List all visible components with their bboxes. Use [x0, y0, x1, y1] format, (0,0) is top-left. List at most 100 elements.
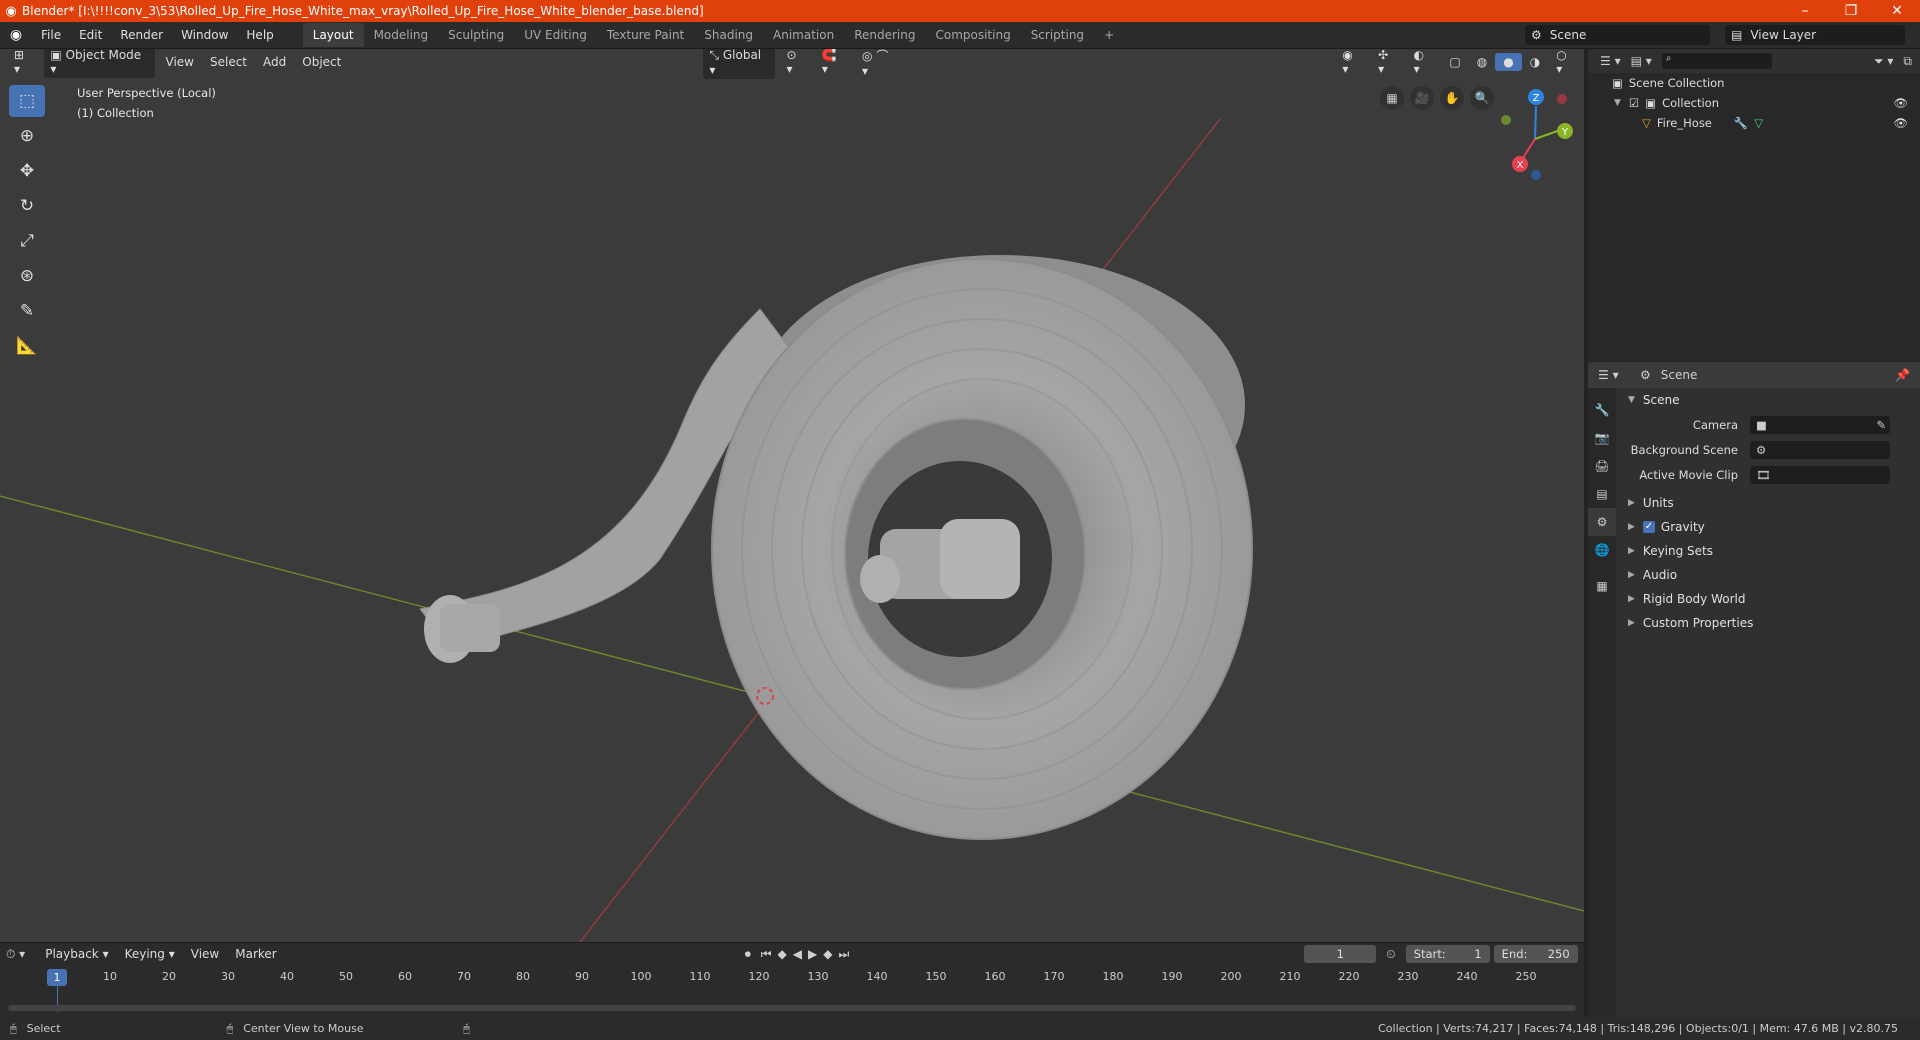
viewport-canvas[interactable]: Z Y X	[0, 49, 1584, 942]
current-frame-marker[interactable]: 1	[47, 969, 67, 986]
material-shading-icon[interactable]: ◑	[1522, 53, 1548, 71]
menu-file[interactable]: File	[32, 28, 70, 42]
current-frame-field[interactable]: 1	[1304, 945, 1377, 963]
scene-selector[interactable]: ⚙ Scene	[1525, 25, 1710, 45]
playback-menu[interactable]: Playback ▾	[37, 945, 116, 963]
rotate-tool-icon[interactable]: ↻	[9, 190, 45, 222]
rigid-body-world-panel-header[interactable]: ▶ Rigid Body World	[1618, 587, 1920, 611]
proportional-edit-icon[interactable]: ◎ ⌒ ▾	[854, 49, 905, 80]
world-props-tab-icon[interactable]: 🌐	[1588, 536, 1616, 564]
move-tool-icon[interactable]: ✥	[9, 155, 45, 187]
viewport-menu-select[interactable]: Select	[202, 53, 255, 71]
output-props-tab-icon[interactable]: 🖨	[1588, 452, 1616, 480]
snap-icon[interactable]: 🧲 ▾	[814, 49, 854, 78]
close-button[interactable]: ✕	[1874, 3, 1920, 19]
mesh-data-icon[interactable]: ▽	[1754, 116, 1893, 130]
pin-icon[interactable]: 📌	[1895, 368, 1910, 382]
custom-properties-panel-header[interactable]: ▶ Custom Properties	[1618, 611, 1920, 635]
scale-tool-icon[interactable]: ⤢	[9, 225, 45, 257]
tab-animation[interactable]: Animation	[763, 23, 844, 47]
transform-orientation-dropdown[interactable]: ⤡ Global ▾	[703, 49, 776, 79]
outliner-row-fire-hose[interactable]: ▽ Fire_Hose 🔧 ▽ 👁	[1588, 113, 1920, 133]
start-frame-field[interactable]: Start: 1	[1405, 945, 1490, 963]
filter-icon[interactable]: ⏷ ▾	[1874, 54, 1893, 69]
view-layer-selector[interactable]: ▤ View Layer	[1725, 25, 1905, 45]
measure-tool-icon[interactable]: 📐	[9, 330, 45, 362]
display-mode-icon[interactable]: ▤ ▾	[1631, 54, 1652, 68]
wireframe-shading-icon[interactable]: ◍	[1469, 53, 1495, 71]
viewport-menu-view[interactable]: View	[158, 53, 202, 71]
collection-visibility-eye-icon[interactable]: 👁	[1893, 96, 1908, 110]
tab-shading[interactable]: Shading	[694, 23, 763, 47]
view-layer-props-tab-icon[interactable]: ▤	[1588, 480, 1616, 508]
scene-props-tab-icon[interactable]: ⚙	[1588, 508, 1616, 536]
3d-viewport[interactable]: Z Y X ⊞ ▾ ▣ Object Mode ▾ View Select Ad…	[0, 49, 1584, 942]
record-button-icon[interactable]: ⏺	[745, 947, 751, 962]
audio-panel-header[interactable]: ▶ Audio	[1618, 563, 1920, 587]
jump-end-icon[interactable]: ⏭	[838, 947, 849, 962]
camera-view-icon[interactable]: 🎥	[1410, 86, 1434, 110]
solid-shading-icon[interactable]: ●	[1495, 53, 1522, 71]
render-props-tab-icon[interactable]: 📷	[1588, 424, 1616, 452]
jump-keyframe-back-icon[interactable]: ◆	[778, 947, 787, 961]
active-movie-clip-field[interactable]: 🎞	[1750, 465, 1890, 484]
jump-keyframe-forward-icon[interactable]: ◆	[823, 947, 832, 961]
texture-props-tab-icon[interactable]: ▦	[1588, 572, 1616, 600]
play-icon[interactable]: ▶	[808, 947, 817, 961]
menu-help[interactable]: Help	[237, 28, 282, 42]
tab-layout[interactable]: Layout	[302, 23, 364, 47]
tab-rendering[interactable]: Rendering	[844, 23, 925, 47]
menu-edit[interactable]: Edit	[70, 28, 111, 42]
object-visibility-eye-icon[interactable]: 👁	[1893, 116, 1908, 130]
tab-compositing[interactable]: Compositing	[925, 23, 1020, 47]
camera-field[interactable]: ■ ✎	[1750, 415, 1890, 434]
zoom-icon[interactable]: 🔍	[1470, 86, 1494, 110]
select-box-tool-icon[interactable]: ⬚	[9, 85, 45, 117]
navigation-gizmo[interactable]: Z Y X	[1501, 89, 1573, 180]
tab-uv-editing[interactable]: UV Editing	[514, 23, 597, 47]
blender-menu-icon[interactable]: ◉	[0, 27, 32, 43]
viewport-menu-add[interactable]: Add	[255, 53, 294, 71]
minimize-button[interactable]: –	[1782, 3, 1828, 19]
visibility-icon[interactable]: ◉ ▾	[1334, 49, 1370, 78]
tool-props-tab-icon[interactable]: 🔧	[1588, 396, 1616, 424]
transform-tool-icon[interactable]: ⊛	[9, 260, 45, 292]
overlay-icon[interactable]: ◐ ▾	[1406, 49, 1442, 78]
play-reverse-icon[interactable]: ◀	[793, 947, 802, 961]
keying-menu[interactable]: Keying ▾	[117, 945, 183, 963]
timeline-view-menu[interactable]: View	[183, 945, 227, 963]
properties-editor-icon[interactable]: ☰ ▾	[1598, 368, 1619, 382]
expand-arrow-icon[interactable]: ▼	[1614, 98, 1621, 108]
eyedropper-icon[interactable]: ✎	[1876, 418, 1886, 432]
timeline-editor-icon[interactable]: ⏱ ▾	[6, 947, 25, 962]
scene-section-header[interactable]: ▼ Scene	[1618, 388, 1920, 412]
collection-checkbox[interactable]: ☑	[1629, 96, 1639, 110]
timeline-scrollbar[interactable]	[8, 1005, 1576, 1011]
marker-menu[interactable]: Marker	[227, 945, 284, 963]
viewport-menu-object[interactable]: Object	[294, 53, 349, 71]
annotate-tool-icon[interactable]: ✎	[9, 295, 45, 327]
maximize-button[interactable]: ❐	[1828, 3, 1874, 19]
new-collection-icon[interactable]: ⧉	[1903, 54, 1912, 69]
editor-type-icon[interactable]: ⊞ ▾	[6, 49, 41, 78]
outliner-search-field[interactable]: ⌕	[1661, 53, 1772, 69]
background-scene-field[interactable]: ⚙	[1750, 440, 1890, 459]
outliner-editor-icon[interactable]: ☰ ▾	[1600, 54, 1621, 68]
units-panel-header[interactable]: ▶ Units	[1618, 491, 1920, 515]
outliner-row-scene-collection[interactable]: ▣ Scene Collection	[1588, 73, 1920, 93]
gravity-panel-header[interactable]: ▶ ✓ Gravity	[1618, 515, 1920, 539]
toggle-camera-grid-icon[interactable]: ▦	[1380, 86, 1404, 110]
tab-modeling[interactable]: Modeling	[364, 23, 439, 47]
object-mode-dropdown[interactable]: ▣ Object Mode ▾	[44, 49, 155, 78]
menu-render[interactable]: Render	[111, 28, 172, 42]
frame-ruler[interactable]: 1 10 20 30 40 50 60 70 80 90 100 110 120…	[0, 967, 1584, 1012]
pan-hand-icon[interactable]: ✋	[1440, 86, 1464, 110]
tab-scripting[interactable]: Scripting	[1021, 23, 1094, 47]
modifier-wrench-icon[interactable]: 🔧	[1734, 116, 1748, 130]
gravity-checkbox[interactable]: ✓	[1642, 521, 1655, 533]
jump-start-icon[interactable]: ⏮	[761, 947, 772, 962]
rendered-shading-icon[interactable]: ○ ▾	[1548, 49, 1584, 78]
cursor-tool-icon[interactable]: ⊕	[9, 120, 45, 152]
end-frame-field[interactable]: End: 250	[1493, 945, 1578, 963]
xray-icon[interactable]: ▢	[1441, 53, 1468, 71]
